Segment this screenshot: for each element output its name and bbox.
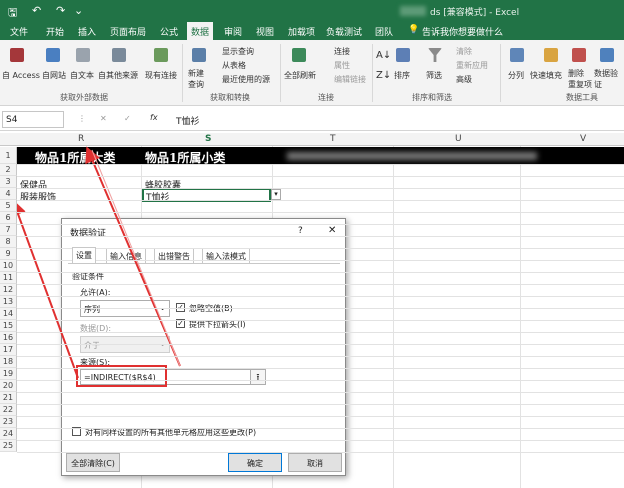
- row-header-12[interactable]: 12: [0, 284, 17, 296]
- row-gridline: [17, 272, 624, 273]
- row-header-3[interactable]: 3: [0, 176, 17, 188]
- row-gridline: [17, 176, 624, 177]
- row-gridline: [17, 260, 624, 261]
- row-header-11[interactable]: 11: [0, 272, 17, 284]
- arrow-shadow: [91, 149, 181, 367]
- row-header-2[interactable]: 2: [0, 164, 17, 176]
- row-header-1[interactable]: 1: [0, 147, 17, 164]
- row-gridline: [17, 296, 624, 297]
- row-gridline: [17, 392, 624, 393]
- row-header-17[interactable]: 17: [0, 344, 17, 356]
- row-header-7[interactable]: 7: [0, 224, 17, 236]
- row-gridline: [17, 356, 624, 357]
- row-gridline: [17, 212, 624, 213]
- row-gridline: [17, 416, 624, 417]
- annotation-arrows: [10, 146, 181, 379]
- row-gridline: [17, 188, 624, 189]
- row-header-8[interactable]: 8: [0, 236, 17, 248]
- row-header-25[interactable]: 25: [0, 440, 17, 452]
- row-gridline: [17, 164, 624, 165]
- row-header-4[interactable]: 4: [0, 188, 17, 200]
- row-gridline: [17, 308, 624, 309]
- row-gridline: [17, 248, 624, 249]
- row-gridline: [17, 332, 624, 333]
- arrow-to-r4: [10, 199, 79, 379]
- row-gridline: [17, 284, 624, 285]
- row-header-18[interactable]: 18: [0, 356, 17, 368]
- row-header-24[interactable]: 24: [0, 428, 17, 440]
- row-header-14[interactable]: 14: [0, 308, 17, 320]
- row-header-9[interactable]: 9: [0, 248, 17, 260]
- row-gridline: [17, 380, 624, 381]
- row-gridline: [17, 224, 624, 225]
- row-header-13[interactable]: 13: [0, 296, 17, 308]
- row-header-19[interactable]: 19: [0, 368, 17, 380]
- row-header-15[interactable]: 15: [0, 320, 17, 332]
- row-gridline: [17, 320, 624, 321]
- row-header-20[interactable]: 20: [0, 380, 17, 392]
- tab-settings[interactable]: 设置: [72, 247, 96, 263]
- row-header-5[interactable]: 5: [0, 200, 17, 212]
- arrow-to-column-r: [85, 146, 181, 367]
- row-gridline: [17, 200, 624, 201]
- row-gridline: [17, 404, 624, 405]
- row-header-22[interactable]: 22: [0, 404, 17, 416]
- row-header-21[interactable]: 21: [0, 392, 17, 404]
- row-gridline: [17, 344, 624, 345]
- row-gridline: [17, 236, 624, 237]
- row-header-16[interactable]: 16: [0, 332, 17, 344]
- row-header-10[interactable]: 10: [0, 260, 17, 272]
- row-header-6[interactable]: 6: [0, 212, 17, 224]
- row-gridline: [17, 368, 624, 369]
- row-gridline: [17, 428, 624, 429]
- row-header-23[interactable]: 23: [0, 416, 17, 428]
- row-gridline: [17, 440, 624, 441]
- row-gridline: [17, 452, 624, 453]
